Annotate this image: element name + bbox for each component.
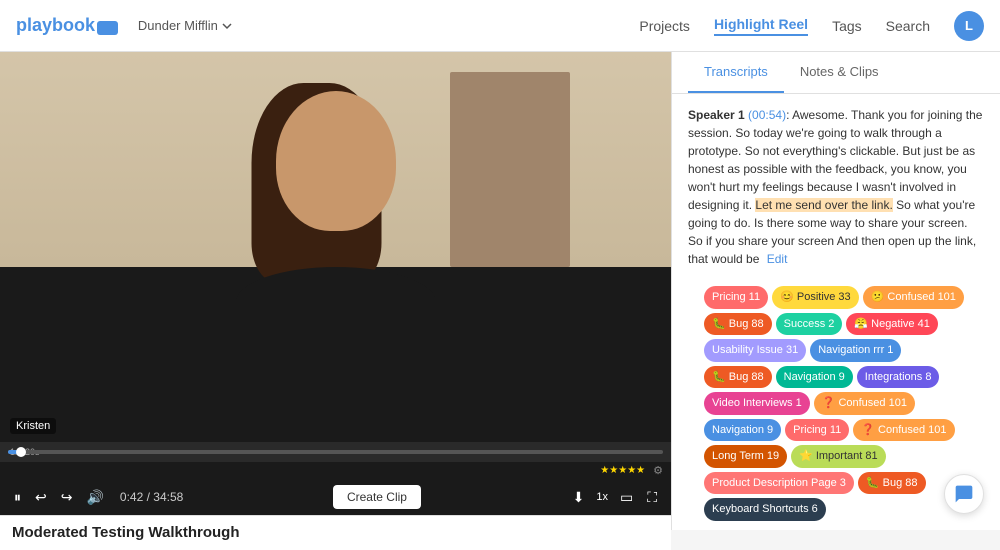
right-panel: Transcripts Notes & Clips Speaker 1 (00:… bbox=[671, 52, 1000, 530]
tag-confused-2[interactable]: ❓ Confused 101 bbox=[814, 392, 915, 415]
timeline-row[interactable]: 1m 20s bbox=[0, 442, 671, 462]
video-panel: Kristen 1m 20s ★★★★★ ⚙ ⏸ ↩ bbox=[0, 52, 671, 530]
theater-mode-button[interactable]: ▭ bbox=[618, 487, 635, 508]
tag-confused-3[interactable]: ❓ Confused 101 bbox=[853, 419, 954, 442]
time-display: 0:42 / 34:58 bbox=[120, 490, 183, 504]
person-name-label: Kristen bbox=[10, 418, 56, 434]
tag-product-desc[interactable]: Product Description Page 3 bbox=[704, 472, 854, 495]
video-title-bar: Moderated Testing Walkthrough bbox=[0, 515, 671, 550]
edit-link-1[interactable]: Edit bbox=[767, 252, 788, 266]
timeline-thumb[interactable] bbox=[16, 447, 26, 457]
logo-text: playbookux bbox=[16, 15, 118, 36]
tag-longterm[interactable]: Long Term 19 bbox=[704, 445, 787, 468]
navbar: playbookux Dunder Mifflin Projects Highl… bbox=[0, 0, 1000, 52]
tag-pricing-2[interactable]: Pricing 11 bbox=[785, 419, 849, 442]
download-button[interactable]: ⬇ bbox=[571, 487, 587, 508]
tag-usability[interactable]: Usability Issue 31 bbox=[704, 339, 806, 362]
tag-success[interactable]: Success 2 bbox=[776, 313, 843, 336]
tag-confused-1[interactable]: 😕 Confused 101 bbox=[863, 286, 964, 309]
transcript-area[interactable]: Speaker 1 (00:54): Awesome. Thank you fo… bbox=[672, 94, 1000, 530]
tag-important[interactable]: ⭐ Important 81 bbox=[791, 445, 886, 468]
controls-row: ⏸ ↩ ↪ 🔊 0:42 / 34:58 Create Clip ⬇ 1x ▭ … bbox=[0, 479, 671, 515]
video-area: Kristen bbox=[0, 52, 671, 442]
volume-button[interactable]: 🔊 bbox=[84, 487, 105, 508]
main-layout: Kristen 1m 20s ★★★★★ ⚙ ⏸ ↩ bbox=[0, 52, 1000, 530]
tag-navigation-9[interactable]: Navigation 9 bbox=[776, 366, 853, 389]
door-decoration bbox=[450, 72, 571, 267]
tag-pricing[interactable]: Pricing 11 bbox=[704, 286, 768, 309]
panel-tabs: Transcripts Notes & Clips bbox=[672, 52, 1000, 94]
forward-button[interactable]: ↪ bbox=[59, 487, 75, 508]
timestamp-1[interactable]: (00:54) bbox=[748, 108, 786, 122]
nav-projects[interactable]: Projects bbox=[639, 18, 690, 34]
brand-selector[interactable]: Dunder Mifflin bbox=[138, 18, 232, 33]
video-controls: 1m 20s ★★★★★ ⚙ ⏸ ↩ ↪ 🔊 0:42 bbox=[0, 442, 671, 515]
tag-navigation-9b[interactable]: Navigation 9 bbox=[704, 419, 781, 442]
tab-transcripts[interactable]: Transcripts bbox=[688, 52, 784, 93]
nav-search[interactable]: Search bbox=[886, 18, 930, 34]
timeline-track[interactable] bbox=[8, 450, 663, 454]
chevron-down-icon bbox=[222, 21, 232, 31]
tab-notes-clips[interactable]: Notes & Clips bbox=[784, 52, 895, 93]
play-button[interactable]: ⏸ bbox=[12, 487, 23, 508]
tag-bug-1[interactable]: 🐛 Bug 88 bbox=[704, 313, 772, 336]
settings-bar: ★★★★★ ⚙ bbox=[0, 462, 671, 479]
settings-icon[interactable]: ⚙ bbox=[653, 464, 663, 477]
tag-bug-3[interactable]: 🐛 Bug 88 bbox=[858, 472, 926, 495]
create-clip-button[interactable]: Create Clip bbox=[333, 485, 421, 509]
tag-negative[interactable]: 😤 Negative 41 bbox=[846, 313, 937, 336]
chat-button[interactable] bbox=[944, 474, 984, 514]
nav-highlight-reel[interactable]: Highlight Reel bbox=[714, 16, 808, 36]
tag-keyboard[interactable]: Keyboard Shortcuts 6 bbox=[704, 498, 826, 521]
chat-icon bbox=[954, 484, 974, 504]
rewind-button[interactable]: ↩ bbox=[33, 487, 49, 508]
tag-navigation-rrr[interactable]: Navigation rrr 1 bbox=[810, 339, 901, 362]
tag-integrations[interactable]: Integrations 8 bbox=[857, 366, 940, 389]
avatar[interactable]: L bbox=[954, 11, 984, 41]
rating-stars: ★★★★★ bbox=[600, 465, 645, 476]
speaker-1-label: Speaker 1 bbox=[688, 108, 748, 122]
transcript-block-1: Speaker 1 (00:54): Awesome. Thank you fo… bbox=[688, 106, 984, 268]
video-frame bbox=[0, 52, 671, 442]
nav-tags[interactable]: Tags bbox=[832, 18, 862, 34]
tag-bug-2[interactable]: 🐛 Bug 88 bbox=[704, 366, 772, 389]
logo[interactable]: playbookux bbox=[16, 15, 118, 36]
tag-video-interviews[interactable]: Video Interviews 1 bbox=[704, 392, 810, 415]
highlight-text-1: Let me send over the link. bbox=[755, 198, 892, 212]
tags-section: Pricing 11 😊 Positive 33 😕 Confused 101 … bbox=[688, 278, 984, 529]
person-head bbox=[276, 91, 396, 231]
fullscreen-button[interactable]: ⛶ bbox=[645, 487, 659, 508]
person-body bbox=[236, 267, 436, 443]
video-title: Moderated Testing Walkthrough bbox=[12, 524, 240, 541]
tag-positive[interactable]: 😊 Positive 33 bbox=[772, 286, 859, 309]
right-panel-wrapper: Transcripts Notes & Clips Speaker 1 (00:… bbox=[671, 52, 1000, 530]
nav-links: Projects Highlight Reel Tags Search L bbox=[639, 11, 984, 41]
speed-selector[interactable]: 1x bbox=[596, 491, 608, 503]
